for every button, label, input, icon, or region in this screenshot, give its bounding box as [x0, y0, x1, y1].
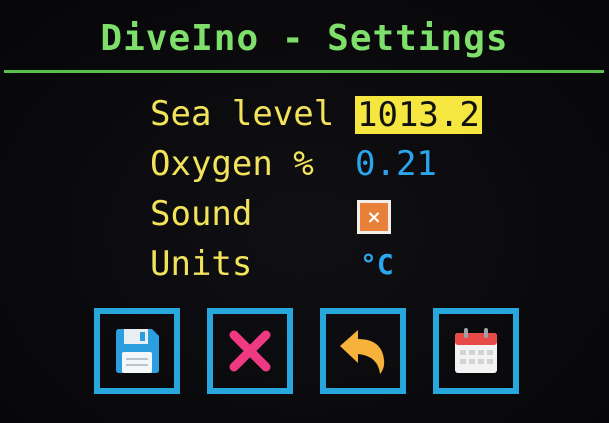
units-label: Units	[150, 244, 253, 284]
undo-icon	[340, 330, 385, 374]
oxygen-value[interactable]: 0.21	[355, 144, 437, 184]
cancel-button[interactable]	[207, 308, 293, 394]
checkbox-mark-icon: ×	[366, 206, 382, 228]
save-button[interactable]	[94, 308, 180, 394]
save-icon	[116, 329, 159, 373]
sound-label: Sound	[150, 194, 253, 234]
sea-level-label: Sea level	[150, 94, 335, 134]
close-icon	[229, 330, 271, 372]
sea-level-value[interactable]: 1013.2	[355, 96, 482, 134]
calendar-icon	[455, 328, 497, 373]
calendar-button[interactable]	[433, 308, 519, 394]
oxygen-label: Oxygen %	[150, 144, 314, 184]
settings-screen: DiveIno - Settings Sea level 1013.2 Oxyg…	[0, 0, 609, 423]
title-divider	[4, 70, 604, 73]
sound-checkbox[interactable]: ×	[357, 200, 391, 234]
page-title: DiveIno - Settings	[100, 18, 509, 59]
units-value[interactable]: °C	[360, 248, 394, 281]
undo-button[interactable]	[320, 308, 406, 394]
